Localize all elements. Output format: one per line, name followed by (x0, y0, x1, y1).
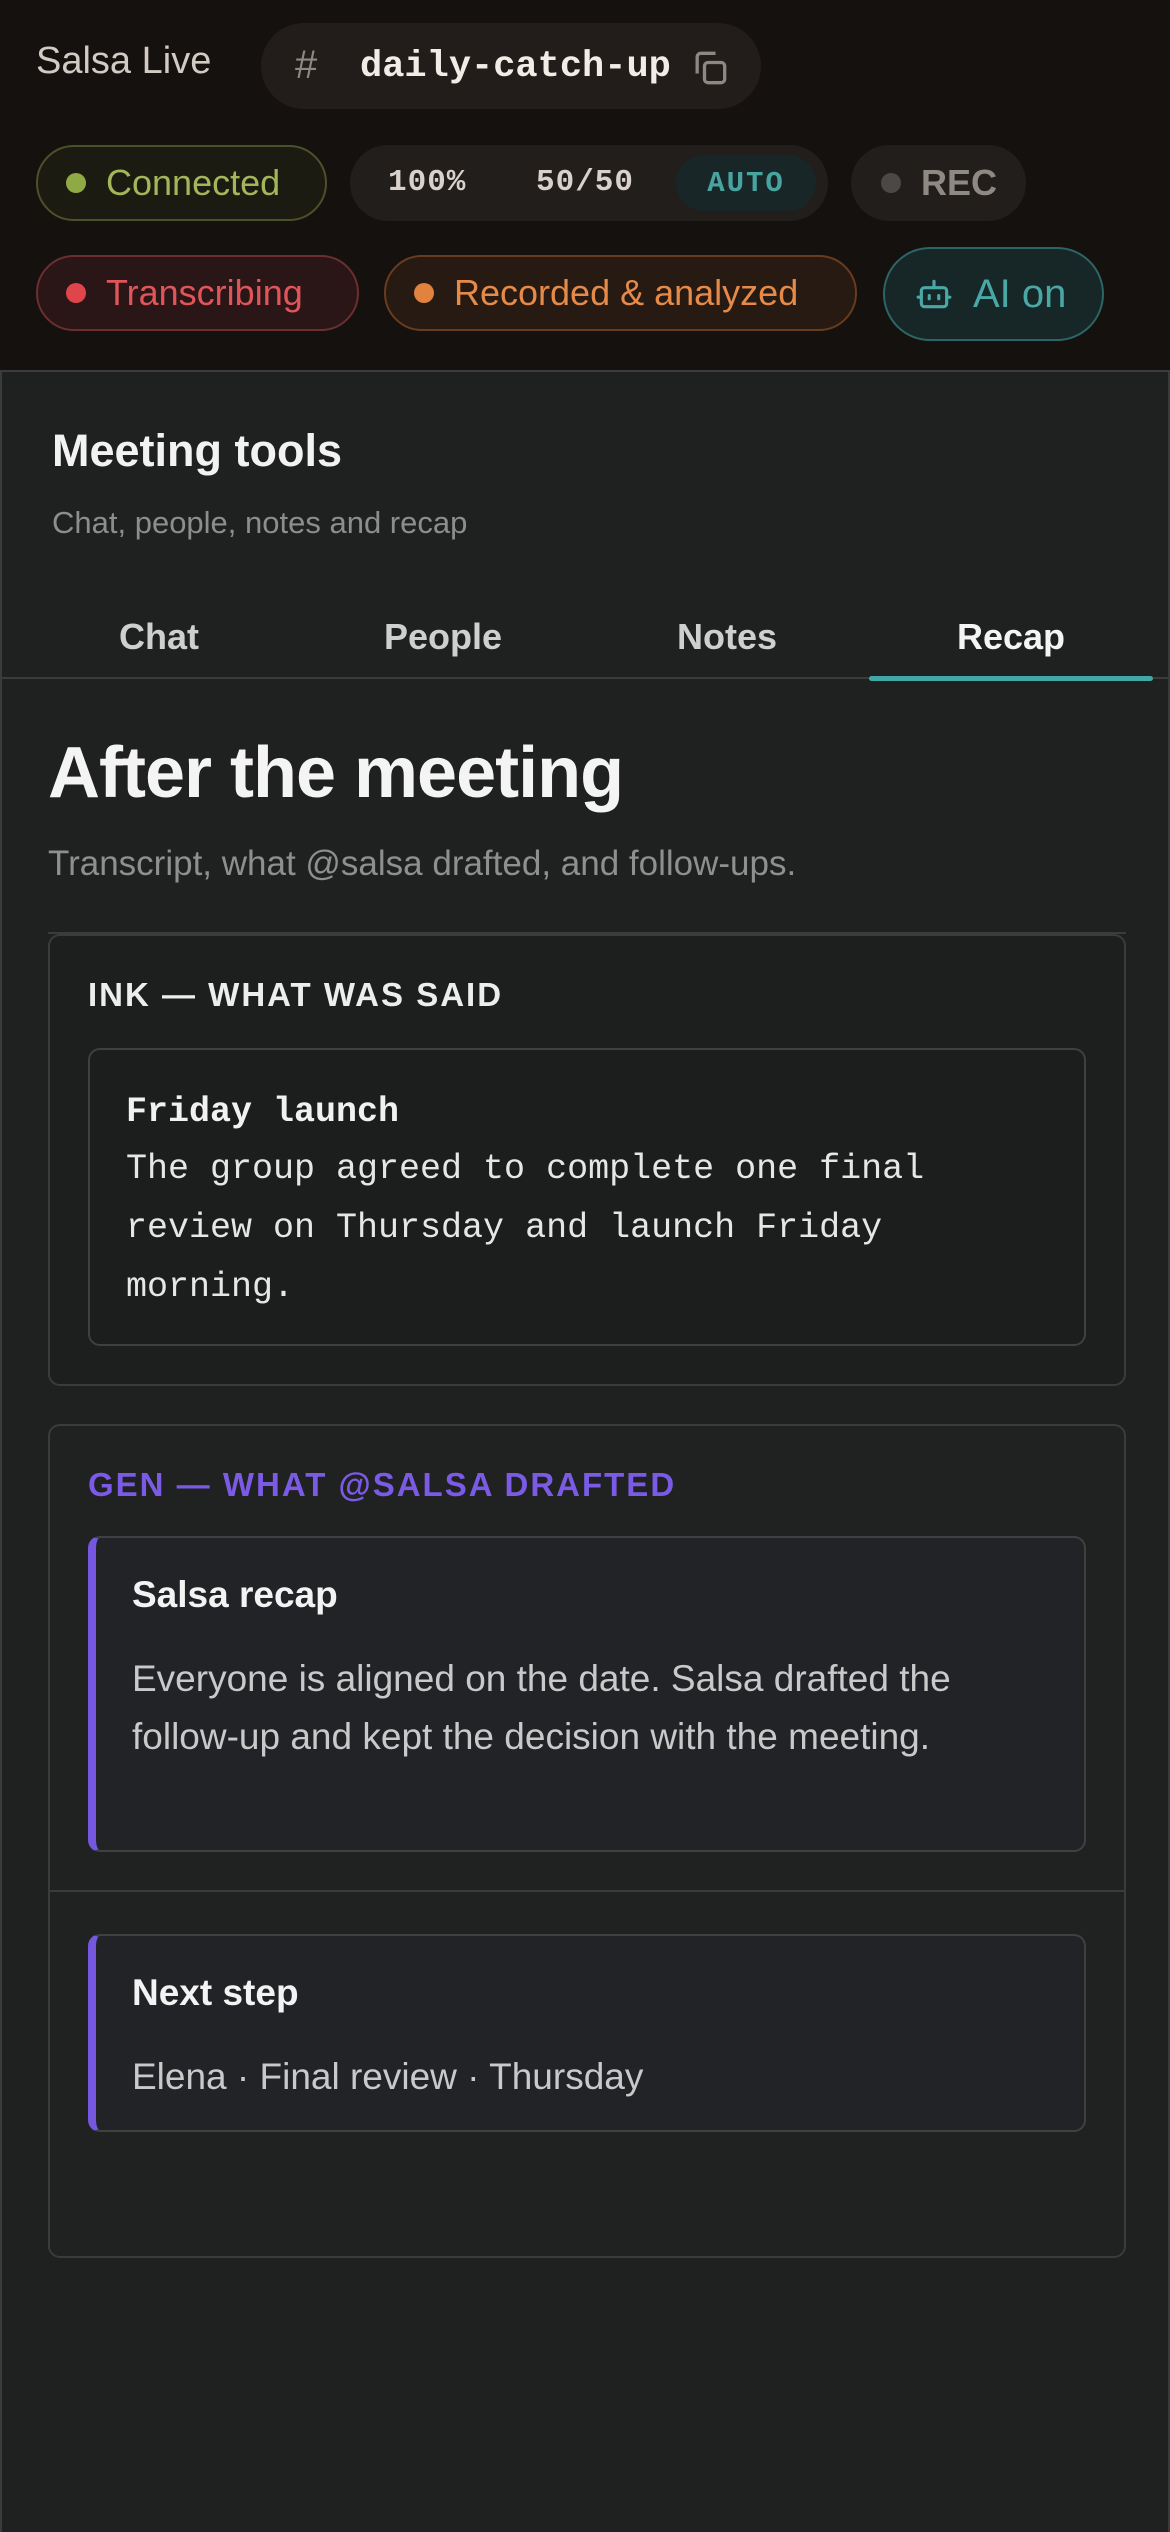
app-name: Salsa Live (36, 40, 212, 82)
robot-icon (916, 279, 952, 309)
gen-card-separator (48, 1890, 1126, 1892)
tab-notes[interactable]: Notes (585, 602, 869, 679)
meter-level: 100% (388, 165, 467, 200)
tab-people[interactable]: People (301, 602, 585, 679)
recap-subheading: Transcript, what @salsa drafted, and fol… (48, 844, 797, 883)
gen-label: GEN — WHAT @SALSA DRAFTED (88, 1466, 677, 1503)
transcribing-status-badge: Transcribing (36, 255, 359, 331)
ink-label: INK — WHAT WAS SAID (88, 976, 504, 1013)
recorded-label: Recorded & analyzed (454, 272, 799, 313)
recorded-status-badge: Recorded & analyzed (384, 255, 857, 331)
transcribing-label: Transcribing (106, 272, 303, 313)
panel-subtitle: Chat, people, notes and recap (52, 505, 468, 540)
next-step-box: Next step Elena · Final review · Thursda… (88, 1934, 1086, 2132)
top-bar: Salsa Live # daily-catch-up Connected 10… (0, 0, 1170, 370)
recap-heading: After the meeting (48, 733, 624, 813)
transcript-box: Friday launch The group agreed to comple… (88, 1048, 1086, 1346)
audio-meter[interactable]: 100% 50/50 AUTO (350, 145, 828, 221)
meeting-tools-panel: Meeting tools Chat, people, notes and re… (0, 370, 1170, 2532)
copy-icon[interactable] (688, 46, 732, 90)
connected-status-badge: Connected (36, 145, 327, 221)
connected-label: Connected (106, 162, 281, 203)
transcript-title: Friday launch (126, 1092, 400, 1132)
rec-button[interactable]: REC (851, 145, 1026, 221)
transcript-text: The group agreed to complete one final r… (126, 1149, 925, 1307)
ai-label: AI on (973, 271, 1067, 316)
tab-chat[interactable]: Chat (17, 602, 301, 679)
tab-recap[interactable]: Recap (869, 602, 1153, 681)
ai-toggle-button[interactable]: AI on (883, 247, 1104, 341)
panel-title: Meeting tools (52, 425, 342, 476)
channel-pill[interactable]: # daily-catch-up (261, 23, 761, 109)
next-step-text: Elena · Final review · Thursday (132, 2056, 644, 2097)
meter-split: 50/50 (536, 165, 635, 200)
channel-name: daily-catch-up (360, 46, 671, 88)
salsa-recap-title: Salsa recap (132, 1574, 338, 1615)
transcribing-dot-icon (66, 283, 86, 303)
hash-icon: # (295, 43, 318, 87)
salsa-recap-text: Everyone is aligned on the date. Salsa d… (132, 1658, 951, 1757)
tab-bar: Chat People Notes Recap (2, 602, 1168, 681)
rec-dot-icon (881, 173, 901, 193)
ink-card: INK — WHAT WAS SAID Friday launch The gr… (48, 934, 1126, 1386)
rec-label: REC (921, 162, 998, 203)
salsa-recap-box: Salsa recap Everyone is aligned on the d… (88, 1536, 1086, 1852)
meter-auto-toggle[interactable]: AUTO (676, 155, 816, 211)
connected-dot-icon (66, 173, 86, 193)
recorded-dot-icon (414, 283, 434, 303)
next-step-title: Next step (132, 1972, 299, 2013)
gen-card: GEN — WHAT @SALSA DRAFTED Salsa recap Ev… (48, 1424, 1126, 2258)
